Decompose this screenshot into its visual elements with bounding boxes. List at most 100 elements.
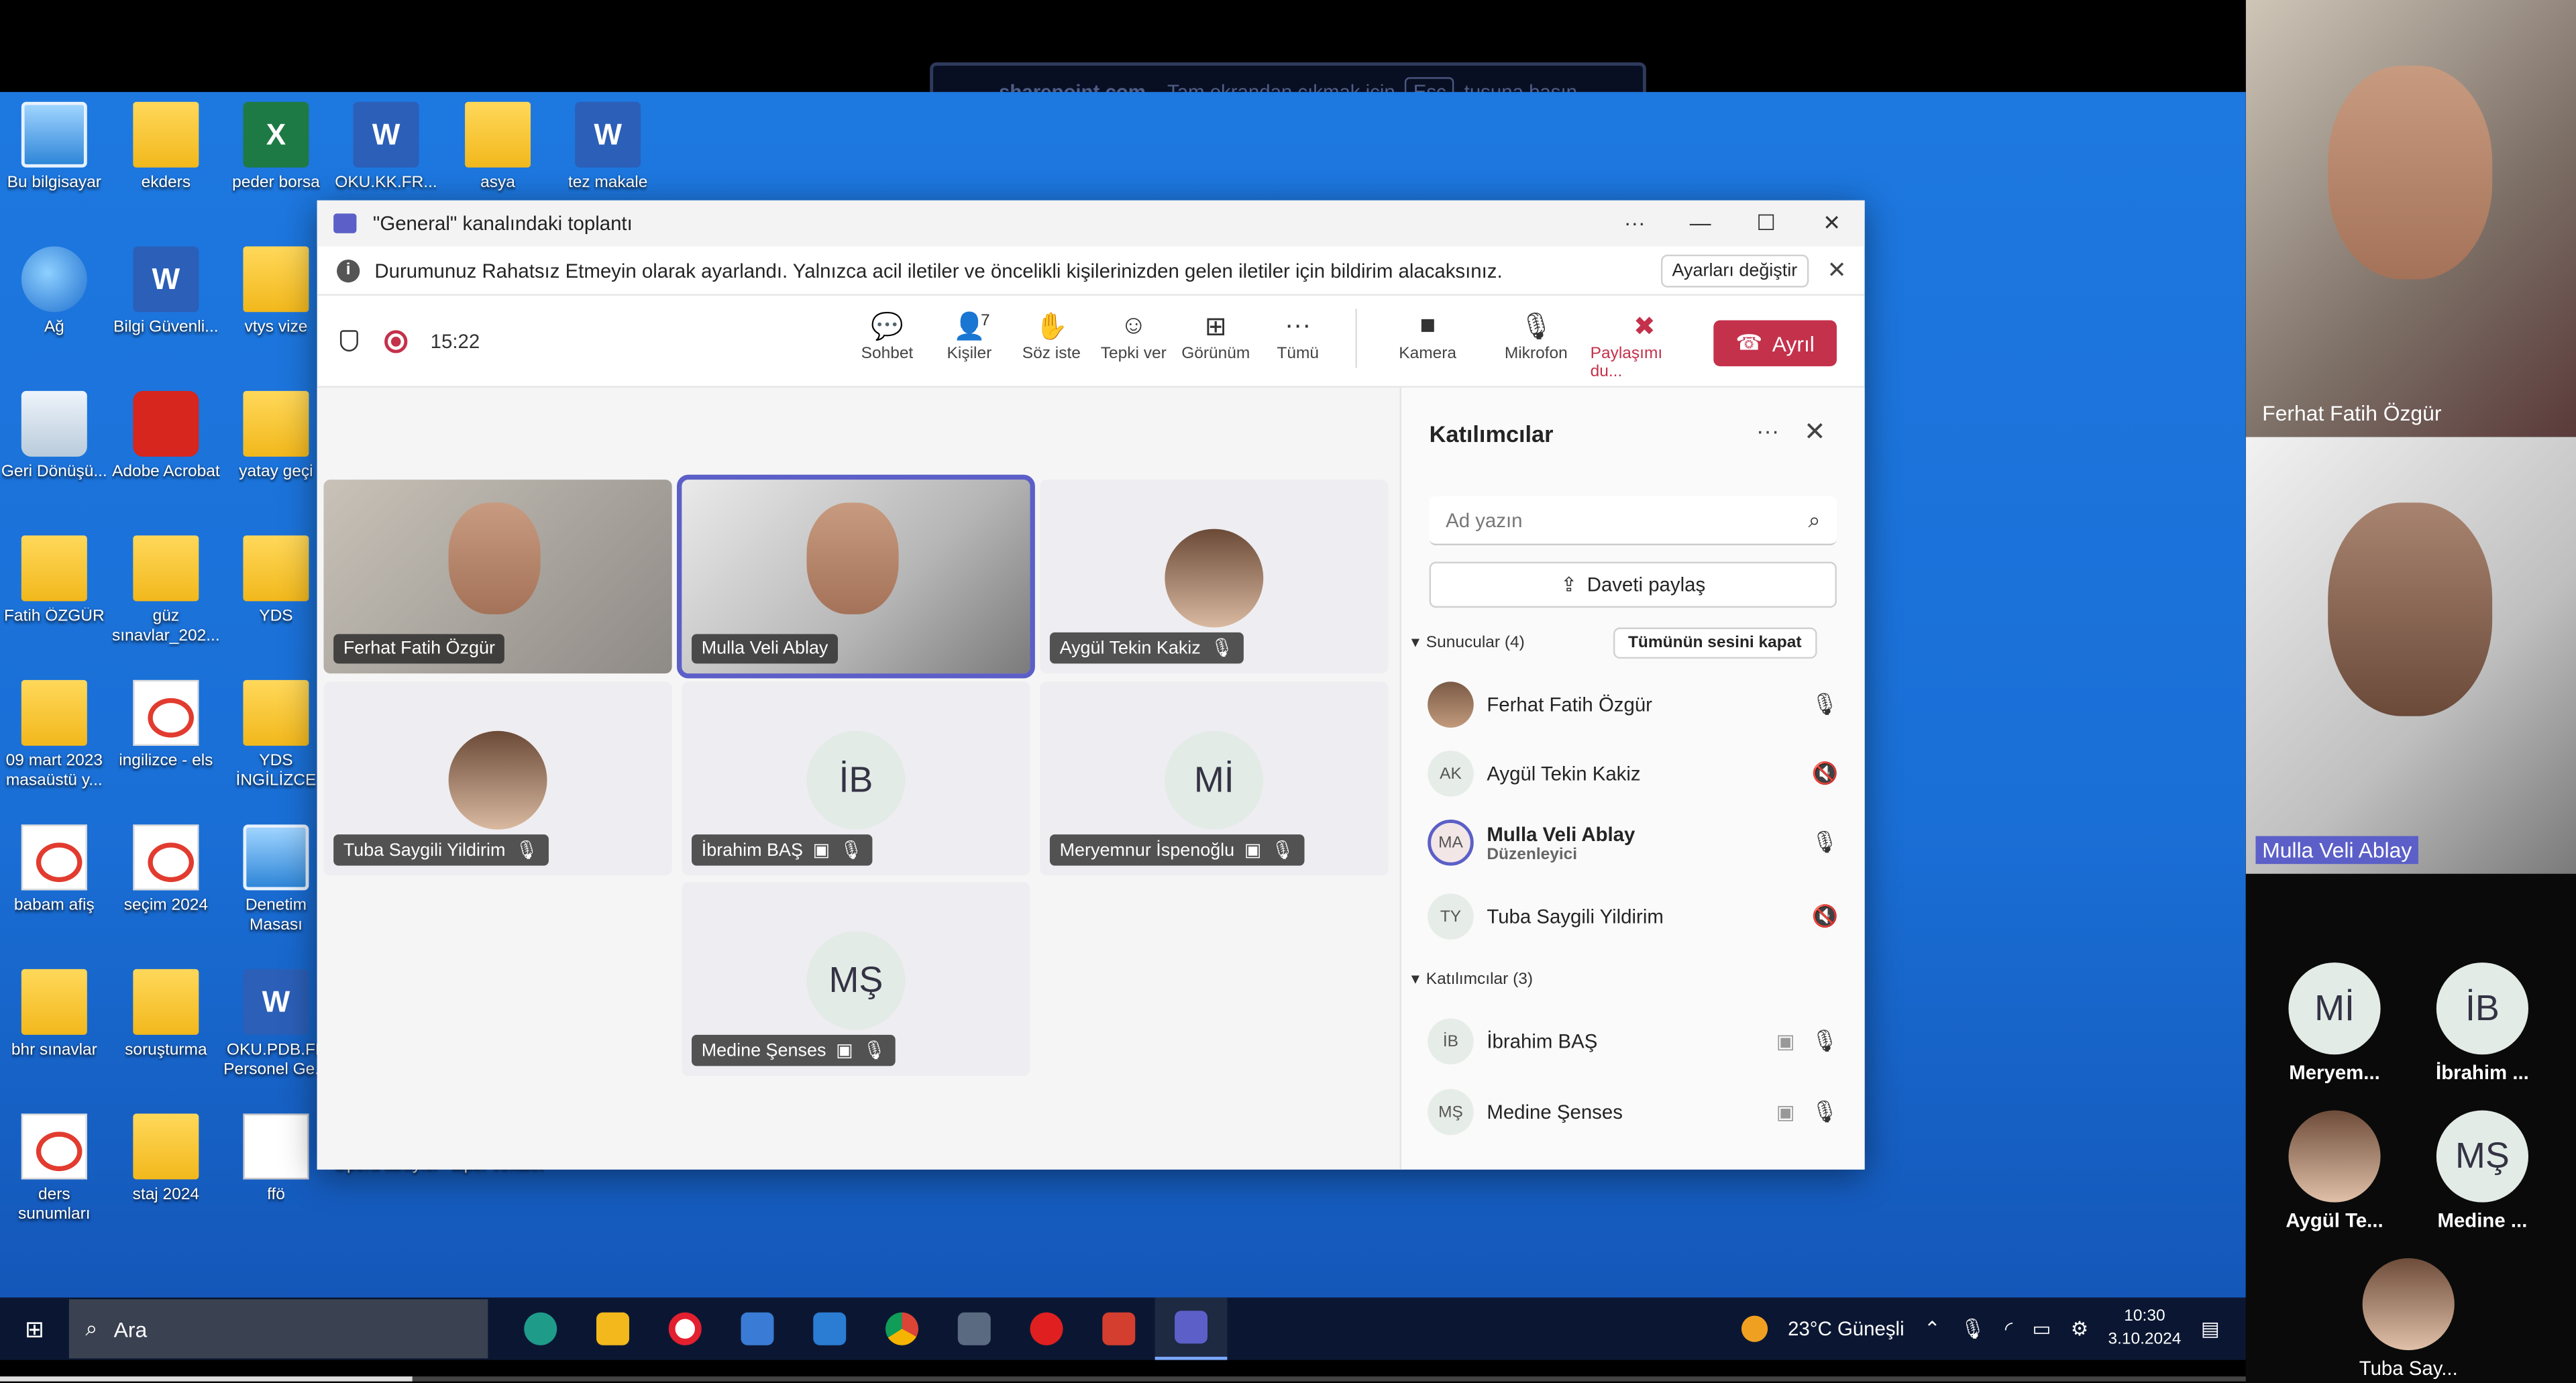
participant-row[interactable]: İB İbrahim BAŞ ▣ 🎙	[1428, 1013, 1838, 1069]
participant-name: Medine Şenses	[701, 1040, 826, 1060]
desktop-icon[interactable]: W Bilgi Güvenli...	[112, 246, 221, 338]
teams-tray-icon[interactable]: ⚙	[2071, 1317, 2088, 1340]
more-options-button[interactable]: ···	[1602, 210, 1668, 236]
weather-text[interactable]: 23°C Güneşli	[1788, 1317, 1904, 1340]
participant-tile[interactable]: Aygül Tekin Kakiz 🎙	[1040, 480, 1389, 674]
calculator-app[interactable]	[938, 1298, 1010, 1360]
mic-off-icon[interactable]: 🎙	[1811, 1099, 1838, 1125]
desktop-icon[interactable]: YDS İNGİLİZCE	[222, 679, 331, 792]
desktop-icon[interactable]: babam afiş	[0, 824, 109, 916]
mic-off-icon: 🎙	[863, 1041, 886, 1062]
participant-tile[interactable]: MŞ Medine Şenses ▣ 🎙	[682, 882, 1030, 1076]
participant-tile[interactable]: İB İbrahim BAŞ ▣ 🎙	[682, 681, 1030, 876]
yandex-app[interactable]	[1010, 1298, 1083, 1360]
leave-button[interactable]: ☎ Ayrıl	[1713, 320, 1837, 367]
desktop-icon[interactable]: ffö	[222, 1113, 331, 1205]
desktop-icon[interactable]: Denetim Masası	[222, 824, 331, 936]
video-progress-bar[interactable]	[0, 1376, 2576, 1382]
desktop-icon[interactable]: bhr sınavlar	[0, 969, 109, 1061]
desktop-icon[interactable]: yatay geçi	[222, 390, 331, 483]
participant-tile[interactable]: Tuba Saygili Yildirim 🎙	[323, 681, 672, 876]
battery-tray-icon[interactable]: ▭	[2033, 1317, 2051, 1340]
notifications-icon[interactable]: ▤	[2201, 1317, 2220, 1340]
participant-row[interactable]: AK Aygül Tekin Kakiz 🔇	[1428, 746, 1838, 801]
desktop-icon[interactable]: soruşturma	[112, 969, 221, 1061]
close-window-button[interactable]: ✕	[1799, 210, 1865, 236]
edge-app[interactable]	[504, 1298, 577, 1360]
minimize-button[interactable]: —	[1668, 210, 1733, 236]
desktop-icon[interactable]: Wtez makale	[553, 101, 662, 194]
mic-icon[interactable]: 🎙	[1811, 830, 1838, 856]
desktop-icon[interactable]: Fatih ÖZGÜR	[0, 535, 109, 627]
participant-row[interactable]: Ferhat Fatih Özgür 🎙	[1428, 677, 1838, 732]
mic-off-icon[interactable]: 🔇	[1812, 903, 1839, 930]
taskbar-search[interactable]: ⌕ Ara	[68, 1299, 488, 1359]
panel-close-button[interactable]: ✕	[1804, 416, 1826, 449]
desktop-icon[interactable]: Xpeder borsa	[222, 101, 331, 194]
participant-name: Aygül Te...	[2286, 1209, 2383, 1232]
desktop-icon[interactable]: güz sınavlar_202...	[112, 535, 221, 647]
desktop-icon[interactable]: YDS	[222, 535, 331, 627]
anydesk-app[interactable]	[1083, 1298, 1155, 1360]
share-invite-button[interactable]: ⇪ Daveti paylaş	[1429, 561, 1837, 608]
network-tray-icon[interactable]: ◜	[2005, 1317, 2012, 1340]
desktop-icon[interactable]: Geri Dönüşü...	[0, 390, 109, 483]
maximize-button[interactable]: ☐	[1733, 210, 1799, 236]
mail-app[interactable]	[794, 1298, 866, 1360]
participant-row[interactable]: MA Mulla Veli Ablay Düzenleyici 🎙	[1428, 815, 1838, 871]
notice-close-button[interactable]: ✕	[1809, 256, 1864, 284]
participant-tile[interactable]: Mİ Meryemnur İspenoğlu ▣ 🎙	[1040, 681, 1389, 876]
mic-icon[interactable]: 🎙	[1811, 692, 1838, 718]
right-participant[interactable]: İB İbrahim ...	[2416, 962, 2548, 1084]
mic-tray-icon[interactable]: 🎙	[1960, 1317, 1985, 1340]
presenters-section-toggle[interactable]: ▾ Sunucular (4)	[1411, 634, 1525, 652]
panel-more-button[interactable]: ···	[1756, 417, 1779, 443]
right-participant[interactable]: Mİ Meryem...	[2269, 962, 2400, 1084]
file-explorer-app[interactable]	[577, 1298, 649, 1360]
participant-row[interactable]: MŞ Medine Şenses ▣ 🎙	[1428, 1084, 1838, 1140]
mic-off-icon[interactable]: 🎙	[1811, 1028, 1838, 1054]
desktop-icon[interactable]: seçim 2024	[112, 824, 221, 916]
desktop-icon[interactable]: Ağ	[0, 246, 109, 338]
store-app[interactable]	[721, 1298, 794, 1360]
mute-all-button[interactable]: Tümünün sesini kapat	[1613, 627, 1817, 659]
mic-off-icon[interactable]: 🔇	[1812, 761, 1839, 787]
chevron-up-icon[interactable]: ⌃	[1924, 1317, 1941, 1340]
desktop-icon[interactable]: 09 mart 2023 masaüstü y...	[0, 679, 109, 792]
desktop-icon[interactable]: ingilizce - els	[112, 679, 221, 772]
teams-app[interactable]	[1155, 1297, 1228, 1360]
chrome-app[interactable]	[866, 1298, 938, 1360]
clock[interactable]: 10:30 3.10.2024	[2108, 1306, 2181, 1352]
right-participant[interactable]: Tuba Say...	[2343, 1258, 2474, 1380]
participant-tile[interactable]: Mulla Veli Ablay	[676, 474, 1035, 679]
participant-row[interactable]: TY Tuba Saygili Yildirim 🔇	[1428, 889, 1838, 944]
opera-app[interactable]	[649, 1298, 721, 1360]
desktop-icon[interactable]: Adobe Acrobat	[112, 390, 221, 483]
toolbar-stop-share-button[interactable]: ✖ Paylaşımı du...	[1591, 309, 1699, 381]
participant-search-input[interactable]: Ad yazın ⌕	[1429, 496, 1837, 546]
toolbar-view-button[interactable]: ⊞ Görünüm	[1175, 309, 1256, 381]
participant-tile[interactable]: Ferhat Fatih Özgür	[323, 480, 672, 674]
toolbar-raise-hand-button[interactable]: ✋ Söz iste	[1010, 309, 1092, 381]
toolbar-people-button[interactable]: 👤 7 Kişiler	[928, 309, 1010, 396]
desktop-icon[interactable]: W OKU.KK.FR...	[332, 101, 441, 194]
toolbar-mic-button[interactable]: 🎙 Mikrofon	[1482, 309, 1591, 381]
desktop-icon[interactable]: vtys vize	[222, 246, 331, 338]
attendees-section-toggle[interactable]: ▾ Katılımcılar (3)	[1411, 971, 1533, 989]
desktop-icon[interactable]: ders sunumları	[0, 1113, 109, 1225]
toolbar-chat-button[interactable]: 💬 Sohbet	[846, 309, 928, 381]
desktop-icon[interactable]: ekders	[112, 101, 221, 194]
change-settings-button[interactable]: Ayarları değiştir	[1660, 254, 1809, 287]
toolbar-camera-button[interactable]: ■ Kamera	[1373, 309, 1482, 381]
right-participant[interactable]: Aygül Te...	[2269, 1110, 2400, 1232]
desktop-icon[interactable]: staj 2024	[112, 1113, 221, 1205]
toolbar-more-button[interactable]: ··· Tümü	[1256, 309, 1338, 381]
participant-initials-avatar: MŞ	[806, 931, 906, 1030]
right-participant[interactable]: MŞ Medine ...	[2416, 1110, 2548, 1232]
desktop-icon[interactable]: W OKU.PDB.FF Personel Ge...	[222, 969, 331, 1081]
toolbar-reaction-button[interactable]: ☺ Tepki ver	[1093, 309, 1175, 381]
desktop-icon[interactable]: Bu bilgisayar	[0, 101, 109, 194]
start-button[interactable]: ⊞	[0, 1315, 69, 1343]
desktop-icon[interactable]: asya	[443, 101, 552, 194]
participant-avatar	[448, 730, 547, 830]
